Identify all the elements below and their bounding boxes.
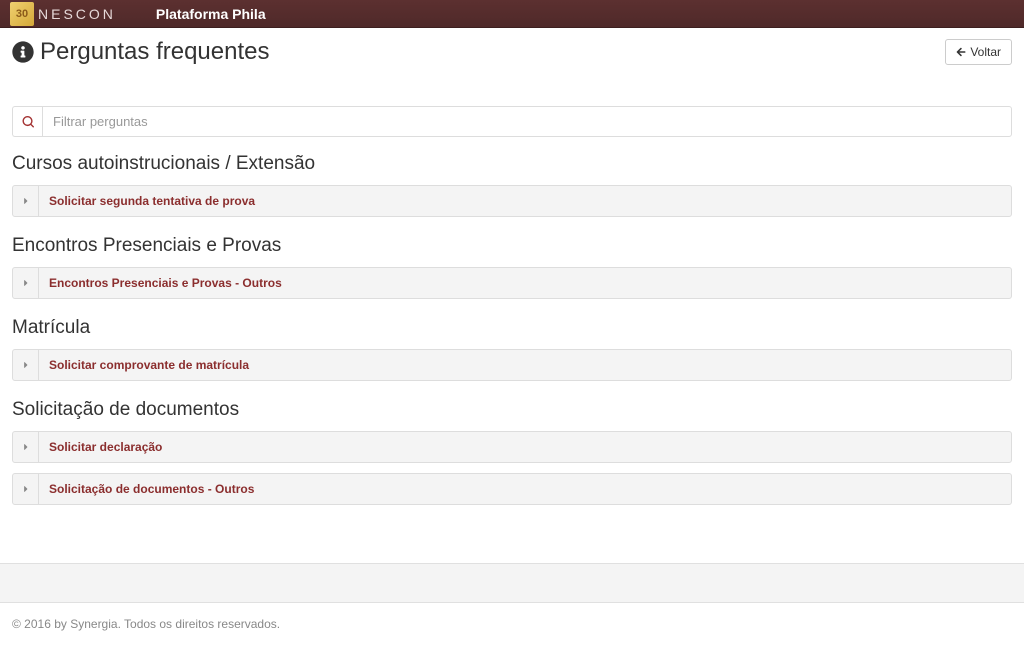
footer-bar	[0, 563, 1024, 603]
search-wrap	[12, 106, 1012, 137]
chevron-right-icon	[13, 474, 39, 504]
question-circle-icon	[12, 41, 34, 63]
accordion-item[interactable]: Solicitar declaração	[12, 431, 1012, 463]
back-button-label: Voltar	[970, 45, 1001, 59]
faq-section: Encontros Presenciais e Provas Encontros …	[12, 235, 1012, 299]
search-icon-box	[12, 106, 42, 137]
accordion-title: Solicitar declaração	[39, 432, 172, 462]
back-button[interactable]: Voltar	[945, 39, 1012, 65]
page-header: Perguntas frequentes Voltar	[12, 38, 1012, 66]
accordion-item[interactable]: Solicitação de documentos - Outros	[12, 473, 1012, 505]
chevron-right-icon	[13, 186, 39, 216]
brand-logo-icon: 30	[10, 2, 34, 26]
search-icon	[22, 116, 34, 128]
accordion-item[interactable]: Solicitar segunda tentativa de prova	[12, 185, 1012, 217]
faq-section: Cursos autoinstrucionais / Extensão Solic…	[12, 153, 1012, 217]
faq-section: Matrícula Solicitar comprovante de matríc…	[12, 317, 1012, 381]
section-heading: Cursos autoinstrucionais / Extensão	[12, 153, 1012, 175]
arrow-left-icon	[956, 47, 966, 57]
chevron-right-icon	[13, 350, 39, 380]
brand-name: NESCON	[38, 6, 116, 22]
footer-copyright: © 2016 by Synergia. Todos os direitos re…	[0, 603, 1024, 645]
accordion-title: Solicitar comprovante de matrícula	[39, 350, 259, 380]
accordion-title: Encontros Presenciais e Provas - Outros	[39, 268, 292, 298]
accordion-title: Solicitação de documentos - Outros	[39, 474, 264, 504]
section-heading: Solicitação de documentos	[12, 399, 1012, 421]
faq-sections: Cursos autoinstrucionais / Extensão Solic…	[12, 153, 1012, 505]
section-heading: Matrícula	[12, 317, 1012, 339]
page-title-text: Perguntas frequentes	[40, 38, 270, 66]
chevron-right-icon	[13, 432, 39, 462]
navbar: 30 NESCON Plataforma Phila	[0, 0, 1024, 28]
accordion-item[interactable]: Solicitar comprovante de matrícula	[12, 349, 1012, 381]
platform-name[interactable]: Plataforma Phila	[156, 6, 266, 22]
page-title: Perguntas frequentes	[12, 38, 270, 66]
search-input[interactable]	[42, 106, 1012, 137]
accordion-title: Solicitar segunda tentativa de prova	[39, 186, 265, 216]
section-heading: Encontros Presenciais e Provas	[12, 235, 1012, 257]
chevron-right-icon	[13, 268, 39, 298]
faq-section: Solicitação de documentos Solicitar decla…	[12, 399, 1012, 505]
accordion-item[interactable]: Encontros Presenciais e Provas - Outros	[12, 267, 1012, 299]
